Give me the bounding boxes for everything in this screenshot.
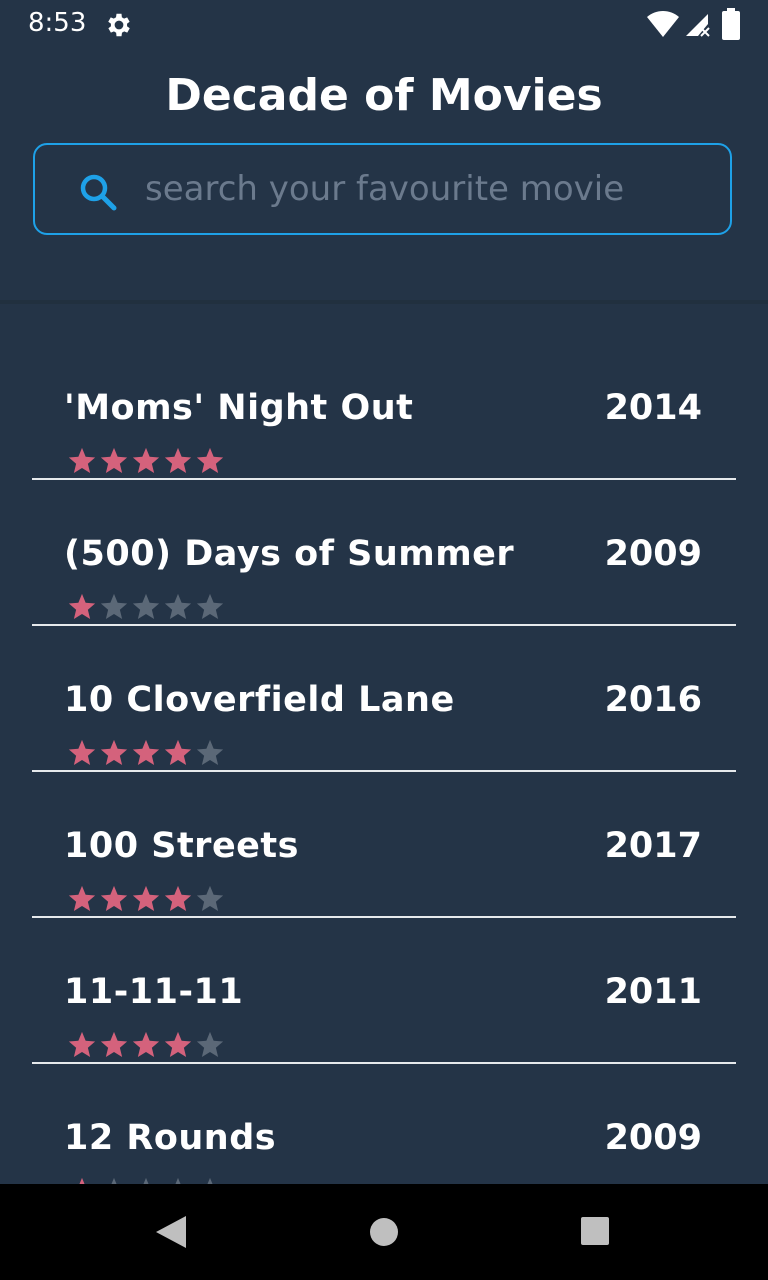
movie-title: 11-11-11 — [64, 972, 244, 1012]
status-bar: 8:53 — [0, 0, 768, 48]
gear-icon — [108, 13, 130, 37]
star-filled-icon — [132, 739, 160, 765]
movie-title: 12 Rounds — [64, 1118, 277, 1158]
star-filled-icon — [68, 739, 96, 765]
star-filled-icon — [68, 1031, 96, 1057]
list-item[interactable]: 'Moms' Night Out 2014 — [32, 334, 736, 480]
status-time: 8:53 — [28, 8, 87, 38]
star-rating — [66, 884, 226, 914]
battery-icon — [722, 8, 740, 40]
search-bar[interactable] — [33, 143, 732, 235]
movie-year: 2009 — [604, 1118, 702, 1158]
star-empty-icon — [207, 1177, 213, 1184]
star-filled-icon — [68, 593, 96, 619]
star-empty-icon — [111, 1177, 117, 1184]
recents-icon[interactable] — [580, 1216, 610, 1246]
movie-year: 2016 — [604, 680, 702, 720]
star-rating — [66, 446, 226, 476]
star-filled-icon — [164, 447, 192, 473]
star-empty-icon — [164, 593, 192, 619]
list-item[interactable]: (500) Days of Summer 2009 — [32, 480, 736, 626]
movie-title: (500) Days of Summer — [64, 534, 515, 574]
star-rating — [66, 738, 226, 768]
star-rating — [66, 592, 226, 622]
search-icon — [80, 174, 117, 211]
movie-year: 2014 — [604, 388, 702, 428]
star-filled-icon — [100, 739, 128, 765]
page-title: Decade of Movies — [165, 70, 603, 121]
movie-title: 'Moms' Night Out — [64, 388, 414, 428]
movie-year: 2011 — [604, 972, 702, 1012]
star-filled-icon — [164, 885, 192, 911]
star-empty-icon — [196, 593, 224, 619]
star-empty-icon — [143, 1177, 149, 1184]
search-input[interactable] — [145, 165, 705, 213]
star-filled-icon — [100, 1031, 128, 1057]
movie-title: 10 Cloverfield Lane — [64, 680, 455, 720]
star-filled-icon — [68, 447, 96, 473]
star-filled-icon — [132, 1031, 160, 1057]
star-filled-icon — [100, 447, 128, 473]
movie-title: 100 Streets — [64, 826, 299, 866]
movie-list[interactable]: 'Moms' Night Out 2014 (500) Days of Summ… — [0, 304, 768, 1184]
navigation-bar — [0, 1184, 768, 1280]
star-empty-icon — [196, 739, 224, 765]
star-empty-icon — [100, 593, 128, 619]
star-filled-icon — [79, 1177, 85, 1184]
star-filled-icon — [132, 885, 160, 911]
list-item[interactable]: 11-11-11 2011 — [32, 918, 736, 1064]
star-empty-icon — [175, 1177, 181, 1184]
back-icon[interactable] — [154, 1214, 188, 1250]
star-empty-icon — [132, 593, 160, 619]
star-empty-icon — [196, 1031, 224, 1057]
star-filled-icon — [68, 885, 96, 911]
star-filled-icon — [164, 1031, 192, 1057]
star-empty-icon — [196, 885, 224, 911]
home-icon[interactable] — [368, 1216, 400, 1248]
star-filled-icon — [196, 447, 224, 473]
signal-icon — [686, 14, 710, 37]
star-filled-icon — [164, 739, 192, 765]
star-rating — [66, 1030, 226, 1060]
star-rating — [66, 1176, 226, 1184]
star-filled-icon — [132, 447, 160, 473]
app-screen: 8:53 Decade of Movies 'Moms' Night Out 2… — [0, 0, 768, 1280]
movie-year: 2017 — [604, 826, 702, 866]
star-filled-icon — [100, 885, 128, 911]
wifi-icon — [647, 11, 679, 37]
movie-year: 2009 — [604, 534, 702, 574]
list-item[interactable]: 10 Cloverfield Lane 2016 — [32, 626, 736, 772]
list-item[interactable]: 12 Rounds 2009 — [32, 1064, 736, 1184]
list-item[interactable]: 100 Streets 2017 — [32, 772, 736, 918]
